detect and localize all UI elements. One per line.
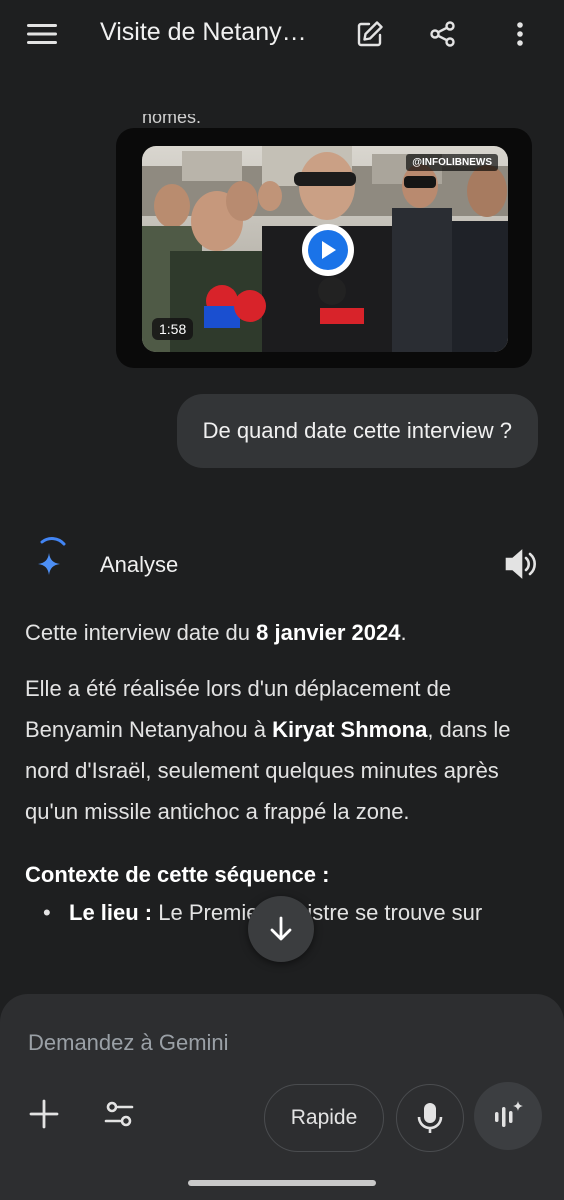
add-icon[interactable] [24,1094,64,1134]
model-mode-button[interactable]: Rapide [264,1084,384,1152]
edit-icon[interactable] [350,14,390,54]
speaker-icon[interactable] [502,546,538,582]
top-app-bar: Visite de Netanyahou [0,0,564,68]
response-paragraph: Elle a été réalisée lors d'un déplacemen… [25,676,511,824]
play-button[interactable] [302,224,354,276]
microphone-button[interactable] [396,1084,464,1152]
tools-icon[interactable] [98,1094,140,1134]
assistant-header: Analyse [28,536,538,592]
assistant-response: Cette interview date du 8 janvier 2024. … [25,612,541,932]
video-watermark: @INFOLIBNEWS [406,154,498,171]
composer-panel: Demandez à Gemini Rapide [0,994,564,1200]
response-section-heading: Contexte de cette séquence : [25,862,330,887]
prompt-input[interactable]: Demandez à Gemini [28,1030,229,1056]
video-thumbnail[interactable]: @INFOLIBNEWS 1:58 [142,146,508,352]
arrow-down-icon [270,916,292,941]
chat-title: Visite de Netanyahou [100,18,320,46]
gesture-home-bar[interactable] [188,1180,376,1186]
play-icon [308,230,348,270]
microphone-icon [417,1103,443,1133]
video-duration: 1:58 [152,318,194,340]
user-message-bubble[interactable]: De quand date cette interview ? [176,394,538,468]
assistant-status-label: Analyse [100,552,179,577]
gemini-spark-icon [28,536,74,582]
response-location: Kiryat Shmona [272,717,428,742]
live-waveform-icon [495,1101,523,1127]
menu-icon[interactable] [22,14,62,54]
more-vert-icon[interactable] [500,14,540,54]
user-message-text: De quand date cette interview ? [202,418,512,443]
scroll-to-bottom-button[interactable] [248,896,314,962]
response-paragraph: Cette interview date du 8 janvier 2024. [25,620,407,645]
live-mode-button[interactable] [474,1082,542,1150]
video-attachment[interactable]: @INFOLIBNEWS 1:58 [116,128,532,368]
response-date: 8 janvier 2024 [256,620,401,645]
share-icon[interactable] [423,14,463,54]
